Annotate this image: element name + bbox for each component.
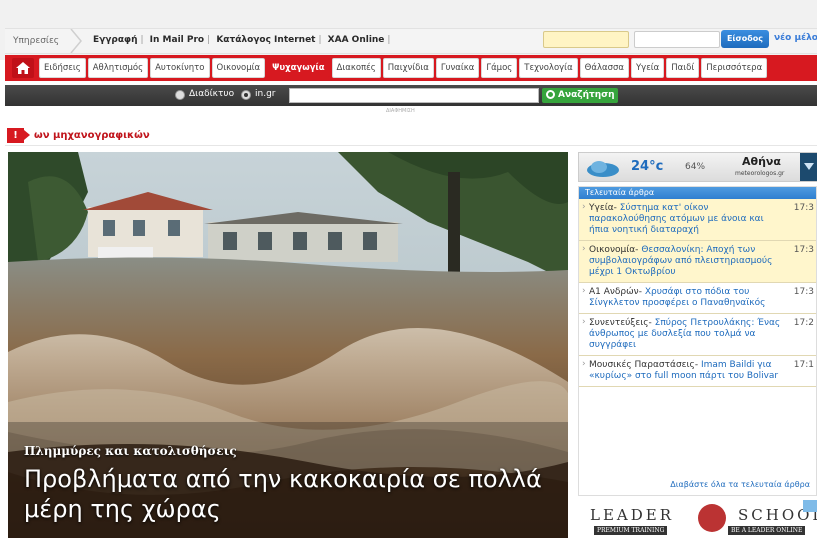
nav-item[interactable]: Γυναίκα <box>435 58 480 78</box>
home-button[interactable] <box>12 58 34 78</box>
nav-item[interactable]: Περισσότερα <box>701 58 768 78</box>
search-input[interactable] <box>289 88 539 103</box>
temperature: 24°c <box>631 159 664 174</box>
nav-item[interactable]: Ψυχαγωγία <box>267 58 330 78</box>
latest-item[interactable]: Μουσικές Παραστάσεις- Imam Baildi για «κ… <box>579 356 816 387</box>
nav-item[interactable]: Ειδήσεις <box>39 58 86 78</box>
services-label: Υπηρεσίες <box>13 36 60 46</box>
home-icon <box>16 62 30 74</box>
latest-category: Α1 Ανδρών- <box>589 287 642 297</box>
latest-list: Υγεία- Σύστημα κατ' οίκον παρακολούθησης… <box>579 199 816 387</box>
ticker-text[interactable]: ων μηχανογραφικών <box>34 130 150 141</box>
nav-item[interactable]: Αυτοκίνητο <box>150 58 210 78</box>
latest-item[interactable]: Α1 Ανδρών- Χρυσάφι στο πόδια του Σίνγκλε… <box>579 283 816 314</box>
partly-cloudy-icon <box>587 161 619 177</box>
ad-logo <box>698 504 726 532</box>
alert-icon: ! <box>7 128 30 143</box>
ad-label: ΔΙΑΦΗΜΙΣΗ <box>386 108 415 114</box>
latest-header: Τελευταία άρθρα <box>579 187 816 199</box>
nav-item[interactable]: Γάμος <box>481 58 518 78</box>
ad-subtext-left: PREMIUM TRAINING <box>594 526 668 535</box>
page: Υπηρεσίες Εγγραφή | In Mail Pro | Κατάλογο… <box>0 0 817 538</box>
latest-time: 17:3 <box>793 203 814 213</box>
weather-city: Αθήνα <box>742 155 781 168</box>
hero-kicker[interactable]: Πλημμύρες και κατολισθήσεις <box>24 444 237 458</box>
ad-banner[interactable]: LEADER SCHOOL PREMIUM TRAINING BE A LEAD… <box>578 500 817 538</box>
latest-time: 17:1 <box>793 360 814 370</box>
search-button-label: Αναζήτηση <box>558 90 615 100</box>
nav-item[interactable]: Παιχνίδια <box>382 58 434 78</box>
hero-story[interactable]: Πλημμύρες και κατολισθήσεις Προβλήματα α… <box>8 152 568 538</box>
nav-item[interactable]: Διακοπές <box>331 58 381 78</box>
chevron-down-icon[interactable] <box>800 153 817 181</box>
radio-site-label: in.gr <box>255 89 276 99</box>
latest-category: Υγεία- <box>589 203 617 213</box>
weather-widget[interactable]: 24°c 64% Αθήνα meteorologos.gr <box>578 152 817 182</box>
services-links: Εγγραφή | In Mail Pro | Κατάλογος Internet… <box>93 35 391 45</box>
search-bar: Διαδίκτυο in.gr Αναζήτηση <box>5 85 817 106</box>
latest-time: 17:3 <box>793 245 814 255</box>
nav-item[interactable]: Οικονομία <box>209 56 268 80</box>
nav-items: Ειδήσεις Αθλητισμός Αυτοκίνητο Οικονομία Ψυχ… <box>39 56 768 80</box>
latest-category: Μουσικές Παραστάσεις- <box>589 360 699 370</box>
username-field[interactable] <box>543 31 629 48</box>
nav-item[interactable]: Αθλητισμός <box>87 58 149 78</box>
nav-item[interactable]: Υγεία <box>630 58 665 78</box>
latest-category: Οικονομία- <box>589 245 639 255</box>
service-link-xaa[interactable]: ΧΑΑ Online <box>328 35 385 45</box>
password-field[interactable] <box>634 31 720 48</box>
hero-title[interactable]: Προβλήματα από την κακοκαιρία σε πολλά μ… <box>24 464 564 524</box>
latest-time: 17:2 <box>793 318 814 328</box>
radio-web[interactable] <box>175 90 185 100</box>
chevron-right-icon <box>70 29 82 53</box>
latest-category: Συνεντεύξεις- <box>589 318 652 328</box>
radio-site[interactable] <box>241 90 251 100</box>
latest-item[interactable]: Συνεντεύξεις- Σπύρος Πετρουλάκης: Ένας ά… <box>579 314 816 356</box>
new-member-link[interactable]: νέο μέλος <box>774 33 817 43</box>
ad-subtext-right: BE A LEADER ONLINE <box>728 526 806 535</box>
radio-web-label: Διαδίκτυο <box>189 89 235 99</box>
humidity: 64% <box>685 162 706 172</box>
search-button[interactable]: Αναζήτηση <box>542 88 618 103</box>
nav-item[interactable]: Θάλασσα <box>579 58 629 78</box>
ad-text-left: LEADER <box>590 506 675 524</box>
search-icon <box>546 90 555 99</box>
login-button[interactable]: Είσοδος <box>721 30 769 48</box>
latest-item[interactable]: Οικονομία- Θεσσαλονίκη: Αποχή των συμβολ… <box>579 241 816 283</box>
main-nav: Ειδήσεις Αθλητισμός Αυτοκίνητο Οικονομία Ψυχ… <box>5 55 817 81</box>
weather-source: meteorologos.gr <box>735 170 785 177</box>
latest-articles: Τελευταία άρθρα Υγεία- Σύστημα κατ' οίκο… <box>578 186 817 496</box>
read-all-link[interactable]: Διαβάστε όλα τα τελευταία άρθρα <box>579 480 816 489</box>
breaking-ticker: ! ων μηχανογραφικών <box>5 126 817 146</box>
service-link-inmail[interactable]: In Mail Pro <box>150 35 204 45</box>
latest-time: 17:3 <box>793 287 814 297</box>
nav-item[interactable]: Παιδί <box>666 58 700 78</box>
latest-item[interactable]: Υγεία- Σύστημα κατ' οίκον παρακολούθησης… <box>579 199 816 241</box>
nav-item[interactable]: Τεχνολογία <box>519 58 578 78</box>
service-link-catalog[interactable]: Κατάλογος Internet <box>216 35 315 45</box>
ad-choices-icon[interactable] <box>803 500 817 512</box>
service-link-register[interactable]: Εγγραφή <box>93 35 137 45</box>
